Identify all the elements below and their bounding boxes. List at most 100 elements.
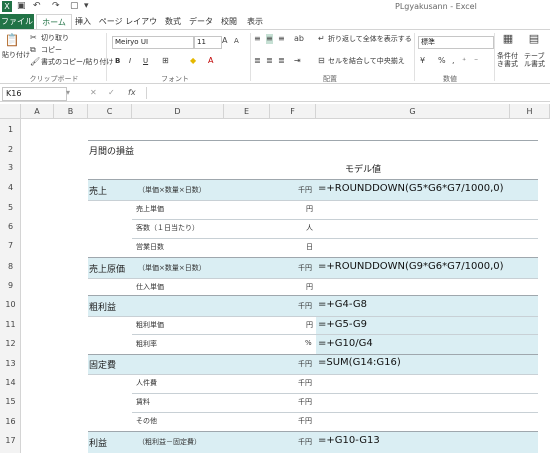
tab-page-layout[interactable]: ページ レイアウト — [98, 14, 158, 41]
row-header[interactable]: 1 — [0, 125, 21, 134]
formula-input[interactable] — [146, 87, 547, 99]
copy-button[interactable]: コピー — [41, 45, 62, 55]
row-header[interactable]: 12 — [0, 339, 21, 348]
shrink-font-icon[interactable]: A — [234, 36, 239, 46]
merge-center-icon[interactable]: ⊟ — [318, 56, 325, 66]
column-header[interactable]: H — [510, 104, 550, 119]
enter-icon[interactable]: ✓ — [108, 88, 115, 98]
sub-label: 客数（１日当たり） — [136, 224, 199, 232]
row-header[interactable]: 15 — [0, 397, 21, 406]
paste-button[interactable]: 貼り付け — [2, 50, 30, 60]
row-header[interactable]: 6 — [0, 222, 21, 231]
print-preview-icon[interactable]: ▢ — [70, 1, 79, 12]
formula-cell[interactable]: =+G4-G8 — [318, 299, 367, 310]
row-header[interactable]: 16 — [0, 417, 21, 426]
formula-cell[interactable]: =+G10-G13 — [318, 435, 380, 446]
tab-formulas[interactable]: 数式 — [160, 14, 186, 29]
formula-cell[interactable]: =+G5-G9 — [318, 319, 367, 330]
indent-icon[interactable]: ⇥ — [294, 56, 301, 66]
wrap-text-button[interactable]: 折り返して全体を表示する — [328, 34, 412, 44]
row-header[interactable]: 8 — [0, 262, 21, 271]
redo-icon[interactable]: ↷ — [52, 1, 60, 12]
grow-font-icon[interactable]: A — [222, 36, 227, 46]
row-header[interactable]: 7 — [0, 241, 21, 250]
tab-insert[interactable]: 挿入 — [72, 14, 94, 29]
tab-data[interactable]: データ — [188, 14, 214, 29]
column-header[interactable]: D — [132, 104, 224, 119]
underline-button[interactable]: U — [143, 56, 148, 66]
unit: 人 — [306, 224, 313, 232]
unit: 千円 — [298, 398, 312, 406]
tab-file[interactable]: ファイル — [0, 14, 34, 29]
align-right-icon[interactable]: ≣ — [278, 56, 285, 66]
number-format-select[interactable]: 標準 — [418, 36, 494, 49]
conditional-format-button[interactable]: 条件付き書式 — [497, 52, 521, 68]
row-header[interactable]: 17 — [0, 436, 21, 445]
percent-icon[interactable]: % — [438, 56, 446, 66]
undo-icon[interactable]: ↶ — [33, 1, 41, 12]
paste-icon[interactable]: 📋 — [4, 33, 20, 47]
formula-cell[interactable]: =+ROUNDDOWN(G9*G6*G7/1000,0) — [318, 261, 504, 272]
wrap-text-icon[interactable]: ↵ — [318, 34, 325, 44]
tab-home[interactable]: ホーム — [36, 14, 72, 30]
formula-cell[interactable]: =SUM(G14:G16) — [318, 357, 401, 368]
insert-function-icon[interactable]: fx — [128, 88, 136, 98]
column-header[interactable]: G — [316, 104, 510, 119]
row-header[interactable]: 2 — [0, 145, 21, 154]
font-size-select[interactable]: 11 — [194, 36, 222, 49]
comma-icon[interactable]: , — [452, 56, 455, 66]
name-box-dropdown-icon[interactable]: ▾ — [66, 88, 70, 98]
bold-button[interactable]: B — [115, 56, 120, 66]
select-all-corner[interactable] — [0, 104, 21, 119]
format-as-table-button[interactable]: テーブル書式設定 — [524, 52, 550, 68]
customize-qat-icon[interactable]: ▾ — [84, 1, 89, 12]
format-painter-button[interactable]: 書式のコピー/貼り付け — [41, 57, 113, 67]
formula-cell[interactable]: =+G10/G4 — [318, 338, 373, 349]
row-note: （単価×数量×日数） — [138, 186, 206, 194]
row-header[interactable]: 11 — [0, 320, 21, 329]
ribbon-home: 📋 貼り付け ✂ 切り取り ⧉ コピー 🖌 書式のコピー/貼り付け クリップボー… — [0, 29, 550, 84]
sub-label: 売上単価 — [136, 205, 164, 213]
column-header[interactable]: A — [21, 104, 54, 119]
column-header[interactable]: E — [224, 104, 270, 119]
format-painter-icon[interactable]: 🖌 — [30, 57, 40, 67]
formula-cell[interactable]: =+ROUNDDOWN(G5*G6*G7/1000,0) — [318, 183, 504, 194]
merge-center-button[interactable]: セルを結合して中央揃え — [328, 56, 405, 66]
column-header[interactable]: C — [88, 104, 132, 119]
accounting-icon[interactable]: ¥ — [420, 56, 425, 66]
align-center-icon[interactable]: ≣ — [266, 56, 273, 66]
row-header[interactable]: 5 — [0, 203, 21, 212]
cut-icon[interactable]: ✂ — [30, 33, 37, 43]
highlight-row-fixed-costs — [88, 354, 538, 374]
copy-icon[interactable]: ⧉ — [30, 45, 36, 55]
row-header[interactable]: 9 — [0, 281, 21, 290]
row-header[interactable]: 3 — [0, 163, 21, 172]
unit: 千円 — [298, 264, 312, 272]
fill-color-icon[interactable]: ◆ — [190, 56, 196, 66]
font-color-icon[interactable]: A — [208, 56, 213, 66]
align-top-icon[interactable]: ≡ — [254, 34, 261, 44]
column-header[interactable]: F — [270, 104, 316, 119]
row-header[interactable]: 4 — [0, 183, 21, 192]
format-as-table-icon[interactable]: ▤ — [528, 33, 540, 44]
align-left-icon[interactable]: ≣ — [254, 56, 261, 66]
cut-button[interactable]: 切り取り — [41, 33, 69, 43]
column-header[interactable]: B — [54, 104, 88, 119]
tab-review[interactable]: 校閲 — [218, 14, 240, 29]
cancel-icon[interactable]: ✕ — [90, 88, 97, 98]
increase-decimal-icon[interactable]: ⁺ — [462, 56, 466, 66]
decrease-decimal-icon[interactable]: ⁻ — [474, 56, 478, 66]
tab-view[interactable]: 表示 — [244, 14, 266, 29]
italic-button[interactable]: I — [129, 56, 131, 66]
conditional-format-icon[interactable]: ▦ — [502, 33, 514, 44]
save-icon[interactable]: ▣ — [17, 1, 26, 12]
name-box[interactable]: K16 — [2, 87, 67, 101]
align-middle-icon[interactable]: ≡ — [266, 34, 273, 44]
row-header[interactable]: 14 — [0, 378, 21, 387]
row-header[interactable]: 13 — [0, 359, 21, 368]
align-bottom-icon[interactable]: ≡ — [278, 34, 285, 44]
borders-icon[interactable]: ⊞ — [162, 56, 169, 66]
orientation-icon[interactable]: ab — [294, 34, 304, 44]
font-name-select[interactable]: Meiryo UI — [112, 36, 194, 49]
row-header[interactable]: 10 — [0, 300, 21, 309]
